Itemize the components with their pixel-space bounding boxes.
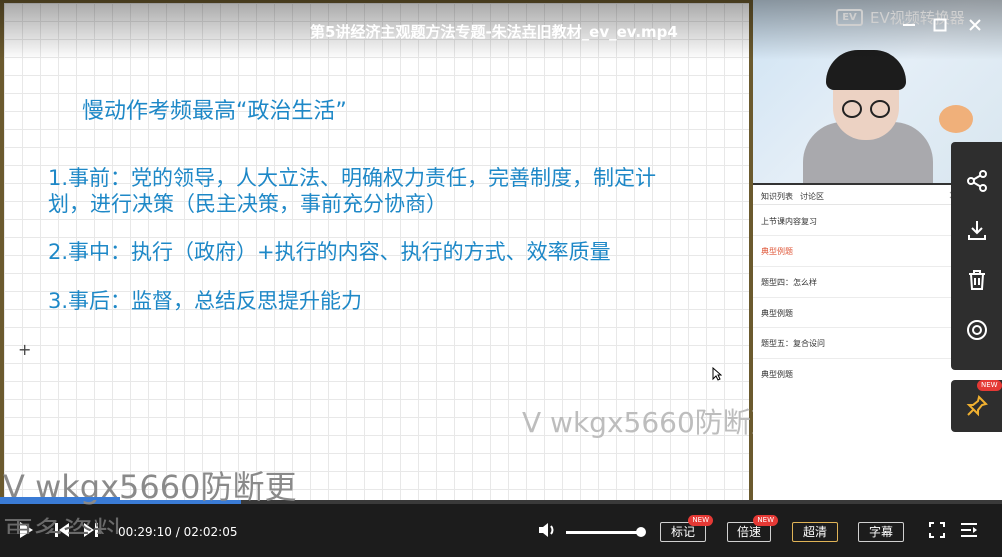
new-badge: NEW — [688, 515, 713, 526]
speed-button[interactable]: 倍速 NEW — [727, 515, 778, 542]
lesson-item-active[interactable]: 典型例题 — [761, 246, 793, 257]
playlist-button[interactable] — [959, 520, 979, 540]
crosshair-mark: + — [18, 340, 32, 359]
eye-icon — [966, 320, 987, 340]
side-toolbar — [951, 142, 1002, 370]
watermark-inner: V wkgx5660防断更 — [522, 406, 779, 439]
slide-point-3: 3.事后：监督，总结反思提升能力 — [48, 289, 363, 313]
divider — [753, 297, 951, 298]
volume-icon — [539, 523, 554, 537]
divider — [753, 235, 951, 236]
slide-point-2: 2.事中：执行（政府）+执行的内容、执行的方式、效率质量 — [48, 240, 611, 264]
mascot-figure — [939, 105, 973, 133]
view-button[interactable] — [951, 305, 1002, 355]
volume-button[interactable] — [538, 520, 558, 540]
mark-label: 标记 — [670, 525, 695, 539]
new-badge: NEW — [977, 380, 1002, 391]
title-bar: 第5讲经济主观题方法专题-朱法壵旧教材_ev_ev.mp4 EV EV视频转换器 — [0, 0, 1002, 60]
share-button[interactable] — [951, 156, 1002, 206]
mouse-cursor-icon — [712, 367, 722, 381]
fullscreen-icon — [929, 522, 945, 538]
delete-icon — [968, 270, 985, 290]
volume-slider[interactable] — [566, 531, 641, 534]
lesson-item[interactable]: 典型例题 — [761, 308, 793, 319]
lesson-item[interactable]: 典型例题 — [761, 369, 793, 380]
maximize-button[interactable] — [929, 16, 951, 38]
volume-knob[interactable] — [636, 527, 646, 537]
volume-level — [566, 531, 638, 534]
slide-point-1: 1.事前：党的领导，人大立法、明确权力责任，完善制度，制定计 — [48, 166, 657, 190]
lesson-item[interactable]: 题型四：怎么样 — [761, 277, 817, 288]
pin-icon — [966, 395, 988, 417]
close-button[interactable] — [964, 16, 986, 38]
time-display: 00:29:10 / 02:02:05 — [118, 525, 238, 539]
new-badge: NEW — [753, 515, 778, 526]
ev-logo: EV — [836, 9, 863, 26]
tab-discussion[interactable]: 讨论区 — [800, 191, 824, 202]
control-bar: 00:29:10 / 02:02:05 标记 NEW 倍速 NEW 超清 字幕 — [0, 504, 1002, 557]
mark-button[interactable]: 标记 NEW — [660, 515, 713, 542]
video-player: 慢动作考频最高“政治生活” 1.事前：党的领导，人大立法、明确权力责任，完善制度… — [0, 0, 1002, 557]
time-separator: / — [175, 525, 184, 539]
fullscreen-button[interactable] — [928, 520, 946, 540]
glasses-left — [842, 100, 862, 118]
download-button[interactable] — [951, 205, 1002, 255]
close-icon — [969, 19, 981, 31]
watermark-bottom: V wkgx5660防断更 — [3, 468, 297, 506]
divider — [753, 358, 951, 359]
glasses-right — [870, 100, 890, 118]
playlist-icon — [961, 523, 977, 537]
video-frame[interactable]: 慢动作考频最高“政治生活” 1.事前：党的领导，人大立法、明确权力责任，完善制度… — [0, 0, 779, 500]
divider — [753, 266, 951, 267]
total-time: 02:02:05 — [183, 525, 238, 539]
lesson-item[interactable]: 题型五：复合设问 — [761, 338, 825, 349]
watermark-bottom-more: 更多资料 — [3, 516, 123, 534]
current-time: 00:29:10 — [118, 525, 172, 539]
download-icon — [967, 221, 986, 240]
quality-button[interactable]: 超清 — [792, 522, 838, 542]
slide-heading: 慢动作考频最高“政治生活” — [82, 99, 347, 124]
maximize-icon — [933, 18, 947, 32]
delete-button[interactable] — [951, 255, 1002, 305]
video-title: 第5讲经济主观题方法专题-朱法壵旧教材_ev_ev.mp4 — [310, 23, 678, 41]
share-icon — [966, 170, 987, 192]
watermark-underline — [0, 497, 120, 500]
minimize-button[interactable] — [898, 16, 920, 38]
subtitle-button[interactable]: 字幕 — [858, 522, 904, 542]
divider — [753, 327, 951, 328]
lesson-item[interactable]: 上节课内容复习 — [761, 216, 817, 227]
pin-button[interactable]: NEW — [951, 380, 1002, 432]
minimize-icon — [903, 24, 915, 26]
slide-point-1-continued: 划，进行决策（民主决策，事前充分协商） — [48, 192, 447, 216]
speed-label: 倍速 — [736, 525, 761, 539]
tab-knowledge-list[interactable]: 知识列表 — [761, 191, 793, 202]
